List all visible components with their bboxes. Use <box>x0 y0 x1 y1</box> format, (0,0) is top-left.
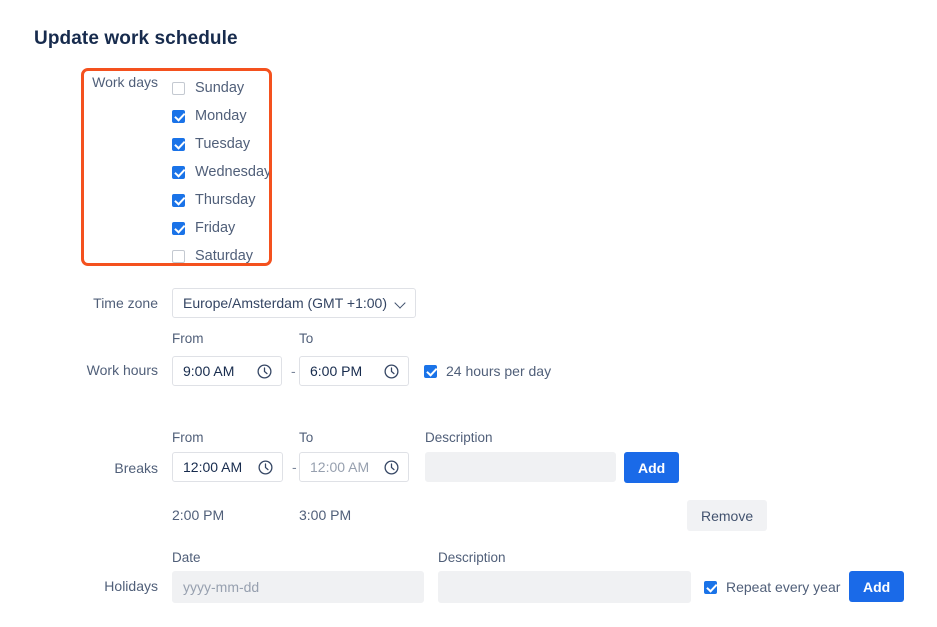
work-hours-separator: - <box>291 356 296 386</box>
holidays-description-sublabel: Description <box>438 550 506 565</box>
breaks-add-button[interactable]: Add <box>624 452 679 483</box>
work-day-row[interactable]: Saturday <box>172 242 271 270</box>
holidays-date-placeholder: yyyy-mm-dd <box>183 579 259 595</box>
work-days-list: Sunday Monday Tuesday Wednesday Thursday Frid… <box>172 74 271 270</box>
work-day-label: Saturday <box>195 248 253 264</box>
work-hours-to-input[interactable]: 6:00 PM <box>299 356 409 386</box>
work-day-label: Tuesday <box>195 136 250 152</box>
work-day-row[interactable]: Tuesday <box>172 130 271 158</box>
work-hours-from-sublabel: From <box>172 331 204 346</box>
breaks-to-input[interactable]: 12:00 AM <box>299 452 409 482</box>
work-day-checkbox[interactable] <box>172 110 185 123</box>
work-day-label: Wednesday <box>195 164 271 180</box>
all-day-checkbox[interactable] <box>424 365 437 378</box>
work-day-checkbox[interactable] <box>172 250 185 263</box>
clock-icon[interactable] <box>256 363 273 380</box>
work-day-row[interactable]: Monday <box>172 102 271 130</box>
breaks-from-sublabel: From <box>172 430 204 445</box>
time-zone-select[interactable]: Europe/Amsterdam (GMT +1:00) <box>172 288 416 318</box>
break-item-to: 3:00 PM <box>299 507 351 523</box>
work-day-label: Sunday <box>195 80 244 96</box>
breaks-separator: - <box>292 452 297 482</box>
holidays-repeat-label: Repeat every year <box>726 579 840 595</box>
work-hours-to-sublabel: To <box>299 331 313 346</box>
work-hours-from-input[interactable]: 9:00 AM <box>172 356 282 386</box>
page-title: Update work schedule <box>34 28 238 50</box>
time-zone-label: Time zone <box>0 295 158 311</box>
all-day-checkbox-row[interactable]: 24 hours per day <box>424 363 551 379</box>
work-hours-to-value: 6:00 PM <box>310 363 362 379</box>
work-day-label: Thursday <box>195 192 255 208</box>
work-day-label: Monday <box>195 108 247 124</box>
break-item-remove-button[interactable]: Remove <box>687 500 767 531</box>
clock-icon[interactable] <box>383 363 400 380</box>
chevron-down-icon <box>396 298 406 308</box>
time-zone-row: Time zone Europe/Amsterdam (GMT +1:00) <box>0 288 416 318</box>
work-day-row[interactable]: Sunday <box>172 74 271 102</box>
clock-icon[interactable] <box>257 459 274 476</box>
work-day-row[interactable]: Friday <box>172 214 271 242</box>
work-day-row[interactable]: Wednesday <box>172 158 271 186</box>
work-hours-label: Work hours <box>0 362 158 378</box>
breaks-description-input[interactable] <box>425 452 616 482</box>
work-day-label: Friday <box>195 220 235 236</box>
breaks-label: Breaks <box>0 460 158 476</box>
work-day-checkbox[interactable] <box>172 166 185 179</box>
work-days-label: Work days <box>0 74 158 90</box>
holidays-date-sublabel: Date <box>172 550 201 565</box>
work-day-checkbox[interactable] <box>172 222 185 235</box>
holidays-repeat-checkbox-row[interactable]: Repeat every year <box>704 579 840 595</box>
break-item-from: 2:00 PM <box>172 507 224 523</box>
holidays-label: Holidays <box>0 578 158 594</box>
breaks-to-placeholder: 12:00 AM <box>310 459 369 475</box>
work-day-checkbox[interactable] <box>172 138 185 151</box>
holidays-add-button[interactable]: Add <box>849 571 904 602</box>
breaks-to-sublabel: To <box>299 430 313 445</box>
work-hours-from-value: 9:00 AM <box>183 363 234 379</box>
breaks-from-value: 12:00 AM <box>183 459 242 475</box>
holidays-description-input[interactable] <box>438 571 691 603</box>
holidays-date-input[interactable]: yyyy-mm-dd <box>172 571 424 603</box>
time-zone-selected-value: Europe/Amsterdam (GMT +1:00) <box>183 295 387 311</box>
holidays-repeat-checkbox[interactable] <box>704 581 717 594</box>
work-day-row[interactable]: Thursday <box>172 186 271 214</box>
work-day-checkbox[interactable] <box>172 82 185 95</box>
all-day-label: 24 hours per day <box>446 363 551 379</box>
work-day-checkbox[interactable] <box>172 194 185 207</box>
clock-icon[interactable] <box>383 459 400 476</box>
breaks-from-input[interactable]: 12:00 AM <box>172 452 283 482</box>
breaks-description-sublabel: Description <box>425 430 493 445</box>
